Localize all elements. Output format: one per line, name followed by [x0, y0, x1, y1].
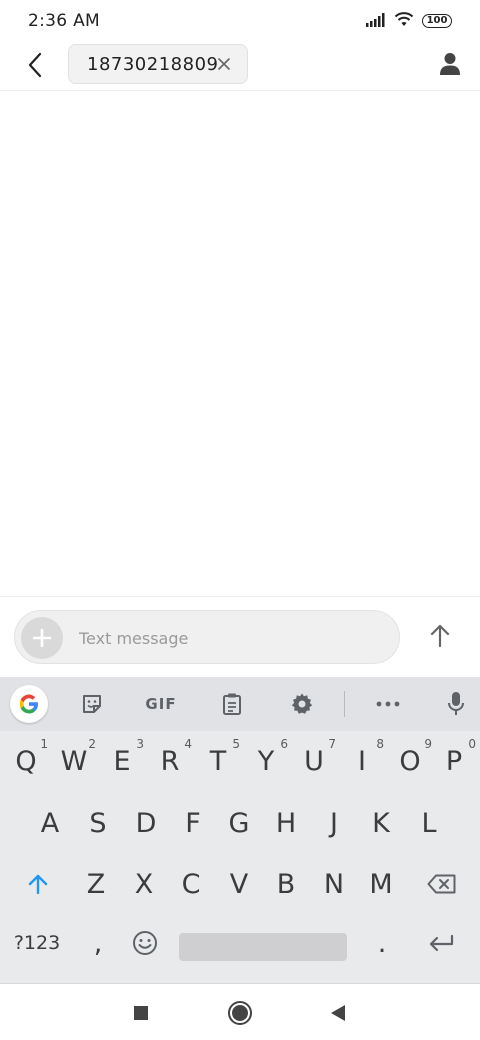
- enter-key[interactable]: [414, 917, 468, 969]
- sticker-icon: [83, 695, 101, 713]
- plus-icon: [33, 629, 51, 647]
- remove-recipient-button[interactable]: [215, 55, 233, 73]
- key-j[interactable]: J: [310, 797, 358, 849]
- circle-home-icon: [228, 1001, 252, 1025]
- google-search-button[interactable]: [10, 685, 48, 723]
- key-l[interactable]: L: [405, 797, 453, 849]
- back-nav-button[interactable]: [323, 998, 353, 1028]
- key-r[interactable]: R4: [146, 735, 194, 787]
- key-s[interactable]: S: [74, 797, 122, 849]
- key-w[interactable]: W2: [50, 735, 98, 787]
- send-button[interactable]: [424, 619, 456, 653]
- google-icon: [19, 694, 38, 714]
- key-o[interactable]: O9: [386, 735, 434, 787]
- keyboard-settings-button[interactable]: [286, 686, 318, 722]
- key-d[interactable]: D: [122, 797, 170, 849]
- key-h[interactable]: H: [262, 797, 310, 849]
- battery-icon: 100: [422, 14, 452, 28]
- clipboard-icon: [223, 693, 241, 715]
- wifi-icon: [394, 11, 414, 31]
- key-i[interactable]: I8: [338, 735, 386, 787]
- backspace-icon: [427, 874, 456, 894]
- square-icon: [134, 1006, 148, 1020]
- composer-field: [14, 610, 400, 664]
- keyboard-row-2: A S D F G H J K L: [0, 797, 480, 855]
- voice-input-button[interactable]: [440, 686, 472, 722]
- shift-key[interactable]: [12, 858, 64, 910]
- key-q[interactable]: Q1: [2, 735, 50, 787]
- home-button[interactable]: [225, 998, 255, 1028]
- on-screen-keyboard: GIF Q 1 W 2 E 3 R 4 T 5 Y 6 U 7 I 8 O 9 …: [0, 677, 480, 983]
- key-b[interactable]: B: [262, 858, 310, 910]
- triangle-back-icon: [331, 1005, 345, 1021]
- signal-icon: [366, 12, 386, 31]
- system-navigation-bar: [0, 983, 480, 1040]
- recents-button[interactable]: [126, 998, 156, 1028]
- keyboard-row-3: Z X C V B N M: [0, 858, 480, 916]
- person-icon: [440, 53, 460, 75]
- chevron-left-icon: [28, 52, 42, 78]
- gif-button[interactable]: GIF: [140, 686, 182, 722]
- key-p[interactable]: P0: [430, 735, 478, 787]
- key-t[interactable]: T5: [194, 735, 242, 787]
- key-m[interactable]: M: [357, 858, 405, 910]
- shift-arrow-icon: [28, 874, 48, 895]
- key-x[interactable]: X: [120, 858, 168, 910]
- sticker-button[interactable]: [76, 686, 108, 722]
- backspace-key[interactable]: [416, 858, 468, 910]
- key-k[interactable]: K: [357, 797, 405, 849]
- key-g[interactable]: G: [215, 797, 263, 849]
- symbols-key[interactable]: ?123: [6, 917, 68, 969]
- keyboard-row-1: Q1 W2 E3 R4 T5 Y6 U7 I8 O9 P0: [0, 735, 480, 793]
- key-v[interactable]: V: [215, 858, 263, 910]
- key-f[interactable]: F: [169, 797, 217, 849]
- more-horizontal-icon: [376, 701, 400, 707]
- key-u[interactable]: U7: [290, 735, 338, 787]
- enter-icon: [429, 934, 454, 952]
- emoji-key[interactable]: [122, 917, 168, 969]
- period-key[interactable]: .: [360, 917, 404, 969]
- key-z[interactable]: Z: [72, 858, 120, 910]
- status-bar: 2:36 AM 100: [0, 0, 480, 42]
- key-c[interactable]: C: [167, 858, 215, 910]
- add-attachment-button[interactable]: [21, 617, 63, 659]
- comma-key[interactable]: ,: [76, 917, 120, 969]
- recipient-number: 18730218809: [87, 53, 219, 75]
- key-e[interactable]: E3: [98, 735, 146, 787]
- text-message-input[interactable]: [79, 623, 379, 653]
- smiley-icon: [133, 931, 157, 955]
- back-button[interactable]: [20, 50, 50, 80]
- gear-icon: [291, 693, 313, 714]
- contact-button[interactable]: [434, 48, 466, 80]
- status-time: 2:36 AM: [28, 11, 100, 31]
- status-icons: 100: [366, 11, 452, 31]
- key-y[interactable]: Y6: [242, 735, 290, 787]
- gif-label: GIF: [145, 695, 177, 713]
- battery-level: 100: [426, 15, 448, 26]
- conversation-header: 18730218809: [0, 42, 480, 91]
- microphone-icon: [448, 692, 464, 715]
- toolbar-divider: [344, 691, 345, 717]
- key-n[interactable]: N: [310, 858, 358, 910]
- close-icon: [218, 58, 230, 70]
- key-a[interactable]: A: [26, 797, 74, 849]
- clipboard-button[interactable]: [216, 686, 248, 722]
- spacebar[interactable]: [179, 933, 347, 961]
- message-composer: [0, 596, 480, 676]
- keyboard-row-4: ?123 , .: [0, 917, 480, 975]
- recipient-chip[interactable]: 18730218809: [68, 44, 248, 84]
- keyboard-toolbar: GIF: [0, 677, 480, 731]
- conversation-area: [0, 92, 480, 596]
- more-options-button[interactable]: [372, 686, 404, 722]
- arrow-up-icon: [430, 624, 450, 648]
